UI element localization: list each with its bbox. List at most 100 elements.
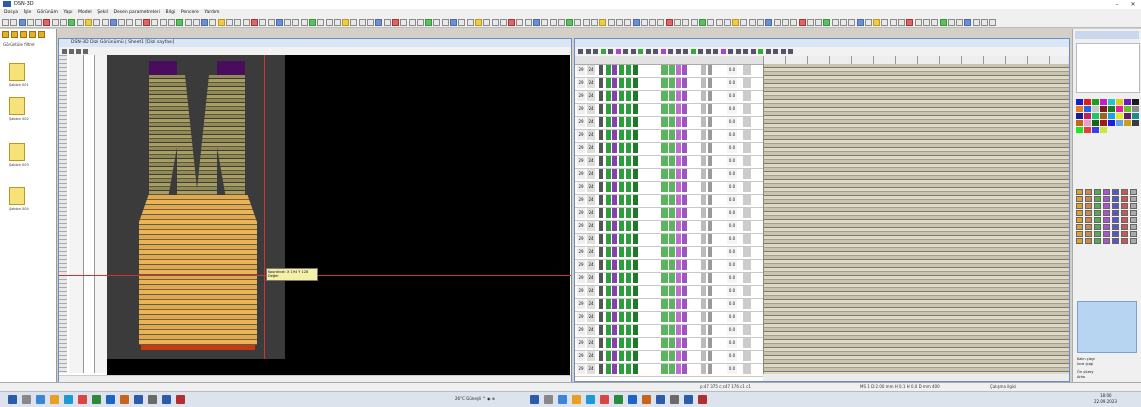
- yarn-feeder-cell[interactable]: [633, 156, 638, 166]
- yarn-feeder-cell[interactable]: [626, 130, 631, 140]
- system-cell[interactable]: [661, 195, 668, 205]
- system-cell[interactable]: [661, 364, 668, 374]
- toolbar-tool-icon[interactable]: [981, 18, 989, 26]
- carriage-marker[interactable]: [599, 325, 603, 335]
- toolbar-tool-icon[interactable]: [508, 18, 516, 26]
- stitch-tool-icon[interactable]: [1076, 210, 1083, 216]
- system-cell[interactable]: [682, 221, 687, 231]
- toolbar-tool-icon[interactable]: [848, 18, 856, 26]
- row-number[interactable]: 29: [577, 221, 585, 231]
- direction-cell[interactable]: [701, 78, 706, 88]
- toolbar-tool-icon[interactable]: [474, 18, 482, 26]
- toolbar-tool-icon[interactable]: [159, 18, 167, 26]
- stitch-tool-icon[interactable]: [1085, 189, 1092, 195]
- toolbar-tool-icon[interactable]: [931, 18, 939, 26]
- yarn-feeder-cell[interactable]: [606, 65, 611, 75]
- stitch-tool-icon[interactable]: [1112, 210, 1119, 216]
- toolbar-tool-icon[interactable]: [922, 18, 930, 26]
- radio-option[interactable]: İnce çizgi: [1077, 362, 1095, 367]
- yarn-feeder-cell[interactable]: [606, 143, 611, 153]
- yarn-feeder-cell[interactable]: [612, 247, 617, 257]
- instruction-tool-icon[interactable]: [698, 49, 703, 54]
- row-value[interactable]: 0.0: [727, 104, 737, 114]
- toolbar-tool-icon[interactable]: [806, 18, 814, 26]
- system-cell[interactable]: [661, 182, 668, 192]
- taskview-icon[interactable]: [36, 395, 45, 404]
- toolbar-tool-icon[interactable]: [167, 18, 175, 26]
- toolbar-tool-icon[interactable]: [433, 18, 441, 26]
- instruction-row[interactable]: 29 24 0.0: [575, 90, 763, 104]
- stitch-tool-icon[interactable]: [1085, 238, 1092, 244]
- yarn-feeder-cell[interactable]: [619, 325, 624, 335]
- row-number[interactable]: 29: [577, 351, 585, 361]
- color-swatch[interactable]: [1116, 106, 1123, 112]
- stitch-tool-icon[interactable]: [1076, 224, 1083, 230]
- toolbar-tool-icon[interactable]: [632, 18, 640, 26]
- system-cell[interactable]: [669, 130, 675, 140]
- system-cell[interactable]: [682, 273, 687, 283]
- system-cell[interactable]: [682, 78, 687, 88]
- row-flag[interactable]: [743, 182, 751, 192]
- toolbar-tool-icon[interactable]: [51, 18, 59, 26]
- toolbar-tool-icon[interactable]: [831, 18, 839, 26]
- system-cell[interactable]: [661, 130, 668, 140]
- yarn-feeder-cell[interactable]: [619, 312, 624, 322]
- yarn-feeder-cell[interactable]: [606, 104, 611, 114]
- instruction-row[interactable]: 29 24 0.0: [575, 233, 763, 247]
- toolbar-tool-icon[interactable]: [906, 18, 914, 26]
- color-swatch[interactable]: [1108, 106, 1115, 112]
- yarn-feeder-cell[interactable]: [606, 78, 611, 88]
- system-cell[interactable]: [661, 247, 668, 257]
- app-icon[interactable]: [78, 395, 87, 404]
- toolbar-tool-icon[interactable]: [674, 18, 682, 26]
- stitch-tool-icon[interactable]: [1103, 238, 1110, 244]
- toolbar-tool-icon[interactable]: [939, 18, 947, 26]
- direction-cell[interactable]: [701, 260, 706, 270]
- row-number[interactable]: 29: [577, 208, 585, 218]
- yarn-feeder-cell[interactable]: [626, 208, 631, 218]
- direction-cell[interactable]: [701, 143, 706, 153]
- system-cell[interactable]: [682, 234, 687, 244]
- system-cell[interactable]: [661, 143, 668, 153]
- instruction-tool-icon[interactable]: [765, 49, 771, 54]
- instruction-row[interactable]: 29 24 0.0: [575, 272, 763, 286]
- save-icon[interactable]: [20, 31, 27, 38]
- row-count[interactable]: 24: [587, 273, 595, 283]
- stitch-tool-icon[interactable]: [1103, 224, 1110, 230]
- row-count[interactable]: 24: [587, 195, 595, 205]
- system-cell[interactable]: [676, 364, 681, 374]
- pattern-thumbnail[interactable]: [9, 143, 25, 161]
- toolbar-tool-icon[interactable]: [35, 18, 43, 26]
- stitch-tool-icon[interactable]: [1076, 231, 1083, 237]
- toolbar-tool-icon[interactable]: [599, 18, 607, 26]
- color-swatch[interactable]: [1084, 113, 1091, 119]
- direction-cell[interactable]: [708, 299, 712, 309]
- carriage-marker[interactable]: [599, 273, 603, 283]
- color-swatch[interactable]: [1116, 120, 1123, 126]
- toolbar-tool-icon[interactable]: [914, 18, 922, 26]
- yarn-feeder-cell[interactable]: [619, 91, 624, 101]
- instruction-row[interactable]: 29 24 0.0: [575, 285, 763, 299]
- yarn-feeder-cell[interactable]: [626, 169, 631, 179]
- direction-cell[interactable]: [701, 286, 706, 296]
- app-icon[interactable]: [600, 395, 609, 404]
- knit-structure-preview[interactable]: [763, 64, 1069, 374]
- menu-model[interactable]: Model: [78, 9, 92, 17]
- stitch-tool-icon[interactable]: [1094, 196, 1101, 202]
- system-cell[interactable]: [661, 234, 668, 244]
- toolbar-tool-icon[interactable]: [367, 18, 375, 26]
- system-cell[interactable]: [676, 338, 681, 348]
- instruction-row[interactable]: 29 24 0.0: [575, 246, 763, 260]
- instruction-row[interactable]: 29 24 0.0: [575, 363, 763, 377]
- toolbar-tool-icon[interactable]: [781, 18, 789, 26]
- yarn-feeder-cell[interactable]: [606, 91, 611, 101]
- carriage-marker[interactable]: [599, 143, 603, 153]
- row-flag[interactable]: [743, 260, 751, 270]
- color-swatch[interactable]: [1084, 106, 1091, 112]
- dsn-app-icon[interactable]: [162, 395, 171, 404]
- yarn-feeder-cell[interactable]: [606, 221, 611, 231]
- system-cell[interactable]: [676, 143, 681, 153]
- yarn-feeder-cell[interactable]: [612, 351, 617, 361]
- system-cell[interactable]: [661, 325, 668, 335]
- instruction-tool-icon[interactable]: [585, 49, 591, 54]
